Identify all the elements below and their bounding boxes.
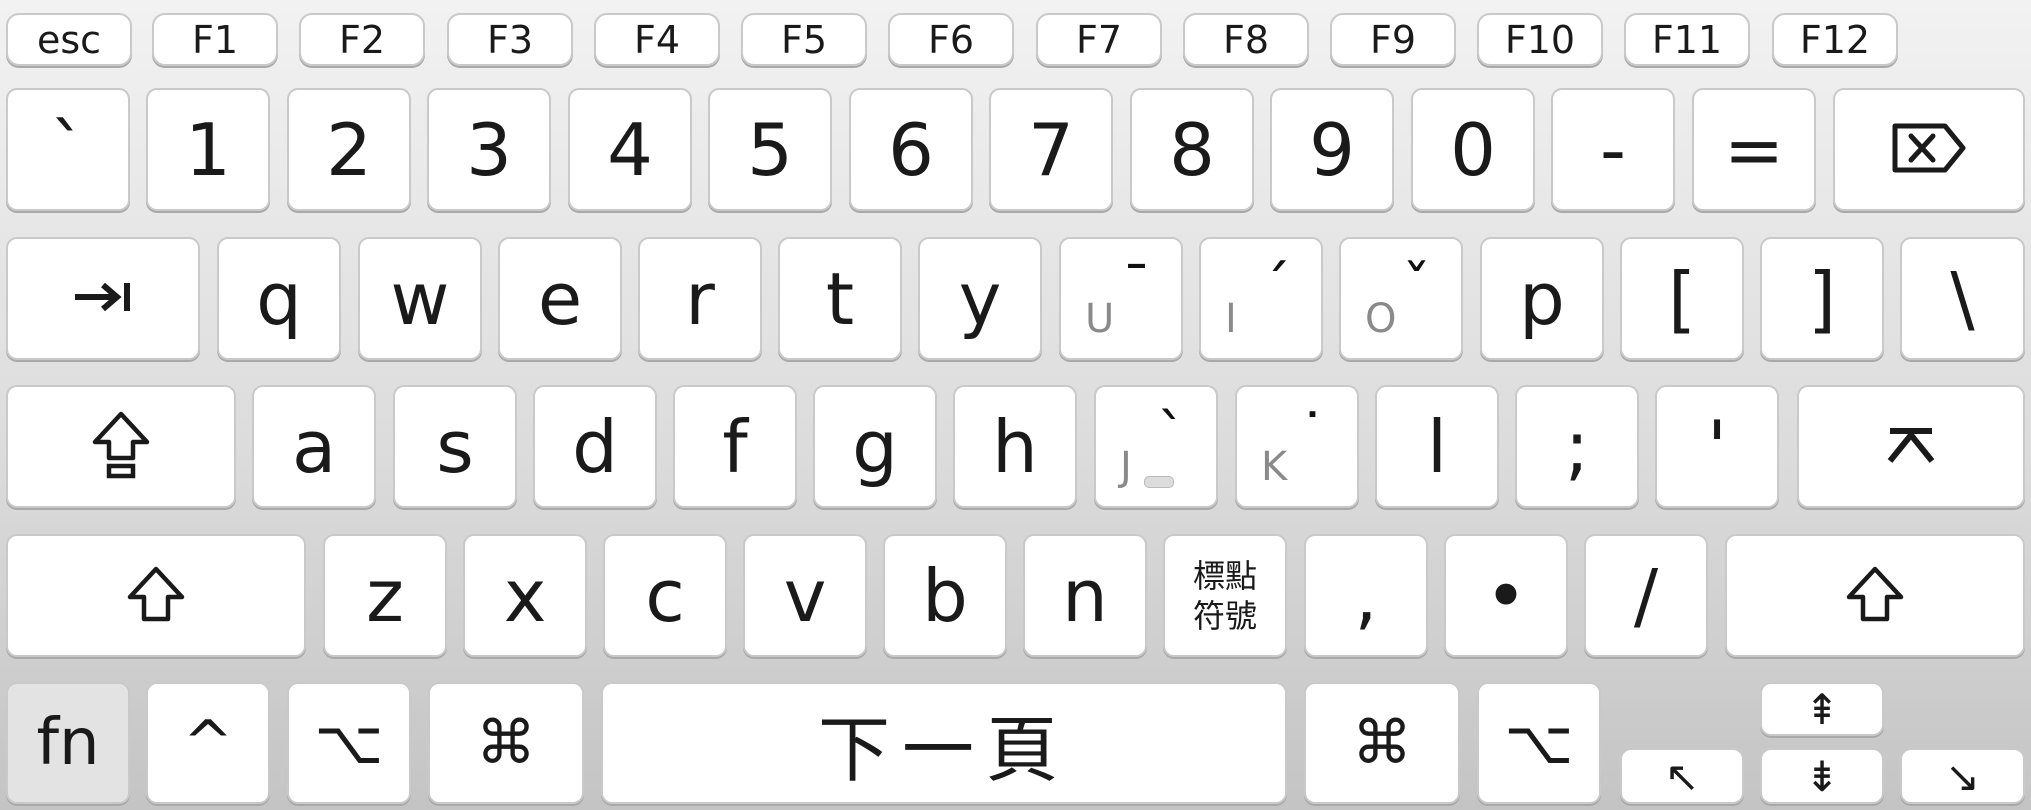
key-delete[interactable]: [1833, 88, 2025, 211]
key-f2[interactable]: F2: [299, 13, 425, 66]
key-quote[interactable]: ': [1655, 385, 1779, 508]
return-icon: [1886, 427, 1936, 467]
tone-third-mark: ˇ: [1402, 253, 1431, 321]
key-n[interactable]: n: [1023, 534, 1147, 657]
key-arrow-left[interactable]: ↖: [1620, 748, 1744, 804]
key-k-label: K: [1261, 444, 1288, 490]
key-control[interactable]: ^: [146, 682, 270, 804]
key-f5[interactable]: F5: [741, 13, 867, 66]
key-j-tone[interactable]: J ˋ: [1094, 385, 1218, 508]
punctuation-label-top: 標點: [1192, 556, 1257, 595]
key-o-tone[interactable]: O ˇ: [1339, 237, 1463, 360]
key-s[interactable]: s: [393, 385, 517, 508]
key-v[interactable]: v: [743, 534, 867, 657]
key-tab[interactable]: [6, 237, 200, 360]
shift-icon: [126, 565, 186, 627]
key-command-left[interactable]: ⌘: [428, 682, 584, 804]
key-fn[interactable]: fn: [6, 682, 130, 804]
key-a[interactable]: a: [252, 385, 376, 508]
key-f4[interactable]: F4: [594, 13, 720, 66]
key-b[interactable]: b: [883, 534, 1007, 657]
key-g[interactable]: g: [813, 385, 937, 508]
key-h[interactable]: h: [953, 385, 1077, 508]
key-equals[interactable]: =: [1692, 88, 1816, 211]
key-backslash[interactable]: \: [1900, 237, 2025, 360]
key-shift-left[interactable]: [6, 534, 306, 657]
key-left-bracket[interactable]: [: [1620, 237, 1744, 360]
key-arrow-down[interactable]: ⇟: [1760, 748, 1884, 804]
key-w[interactable]: w: [358, 237, 482, 360]
tone-neutral-mark: ˙: [1298, 401, 1327, 469]
key-right-bracket[interactable]: ]: [1760, 237, 1884, 360]
key-comma[interactable]: ,: [1304, 534, 1428, 657]
key-y[interactable]: y: [918, 237, 1042, 360]
key-space[interactable]: 下一頁: [601, 682, 1287, 804]
key-i-tone[interactable]: I ˊ: [1199, 237, 1323, 360]
delete-icon: [1889, 120, 1969, 180]
key-option-left[interactable]: ⌥: [287, 682, 411, 804]
key-punctuation[interactable]: 標點 符號: [1163, 534, 1287, 657]
key-5[interactable]: 5: [708, 88, 832, 211]
key-command-right[interactable]: ⌘: [1304, 682, 1460, 804]
key-j-bump: [1144, 476, 1174, 488]
key-caps-lock[interactable]: [6, 385, 236, 508]
key-x[interactable]: x: [463, 534, 587, 657]
key-c[interactable]: c: [603, 534, 727, 657]
key-f[interactable]: f: [673, 385, 797, 508]
key-f9[interactable]: F9: [1330, 13, 1456, 66]
key-semicolon[interactable]: ;: [1515, 385, 1639, 508]
key-f6[interactable]: F6: [888, 13, 1014, 66]
key-l[interactable]: l: [1375, 385, 1499, 508]
key-k-tone[interactable]: K ˙: [1235, 385, 1359, 508]
key-arrow-up[interactable]: ⇞: [1760, 682, 1884, 736]
key-esc[interactable]: esc: [6, 13, 132, 66]
tone-first-mark: ˉ: [1122, 253, 1151, 321]
key-f1[interactable]: F1: [152, 13, 278, 66]
key-o-label: O: [1365, 296, 1397, 342]
key-t[interactable]: t: [778, 237, 902, 360]
key-backtick[interactable]: `: [6, 88, 130, 211]
key-p[interactable]: p: [1480, 237, 1604, 360]
key-z[interactable]: z: [323, 534, 447, 657]
key-4[interactable]: 4: [568, 88, 692, 211]
key-i-label: I: [1225, 296, 1237, 342]
key-7[interactable]: 7: [989, 88, 1113, 211]
key-slash[interactable]: /: [1584, 534, 1708, 657]
key-period[interactable]: •: [1444, 534, 1568, 657]
key-e[interactable]: e: [498, 237, 622, 360]
key-j-label: J: [1120, 444, 1132, 490]
key-f7[interactable]: F7: [1036, 13, 1162, 66]
key-8[interactable]: 8: [1130, 88, 1254, 211]
key-9[interactable]: 9: [1270, 88, 1394, 211]
key-2[interactable]: 2: [287, 88, 411, 211]
key-return[interactable]: [1797, 385, 2025, 508]
tone-fourth-mark: ˋ: [1157, 401, 1186, 469]
key-f10[interactable]: F10: [1477, 13, 1603, 66]
punctuation-label-bottom: 符號: [1192, 596, 1257, 635]
key-option-right[interactable]: ⌥: [1477, 682, 1601, 804]
key-u-label: U: [1085, 296, 1115, 342]
key-u-tone[interactable]: U ˉ: [1059, 237, 1183, 360]
key-f3[interactable]: F3: [447, 13, 573, 66]
tab-icon: [71, 277, 135, 321]
key-f8[interactable]: F8: [1183, 13, 1309, 66]
key-r[interactable]: r: [638, 237, 762, 360]
caps-lock-icon: [91, 410, 151, 484]
key-6[interactable]: 6: [849, 88, 973, 211]
key-3[interactable]: 3: [427, 88, 551, 211]
key-minus[interactable]: -: [1551, 88, 1675, 211]
key-1[interactable]: 1: [146, 88, 270, 211]
shift-right-icon: [1845, 565, 1905, 627]
key-shift-right[interactable]: [1725, 534, 2025, 657]
key-d[interactable]: d: [533, 385, 657, 508]
tone-second-mark: ˊ: [1262, 253, 1291, 321]
key-f11[interactable]: F11: [1624, 13, 1750, 66]
key-0[interactable]: 0: [1411, 88, 1535, 211]
key-f12[interactable]: F12: [1772, 13, 1898, 66]
key-q[interactable]: q: [217, 237, 341, 360]
key-arrow-right[interactable]: ↘: [1900, 748, 2025, 804]
